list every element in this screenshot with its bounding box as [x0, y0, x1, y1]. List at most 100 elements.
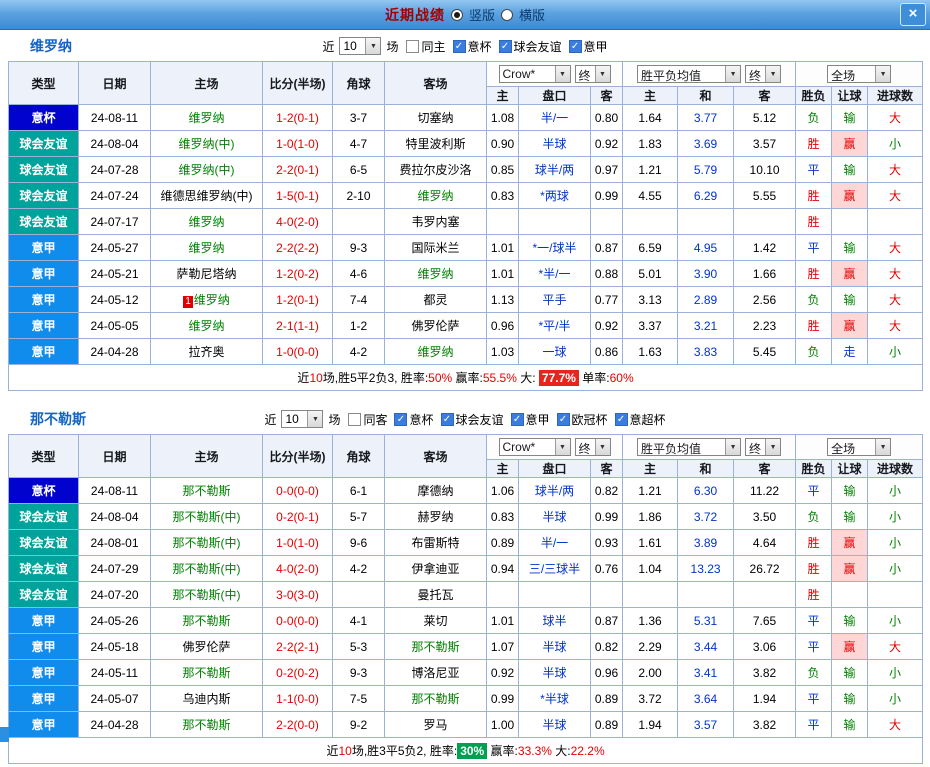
filter-checkbox-item[interactable]: ✓ 欧冠杯 [556, 411, 608, 428]
euro-stage-select[interactable]: 终 ▼ [745, 65, 782, 83]
recent-count-select[interactable]: 10 ▼ [281, 410, 324, 428]
handicap-cell: *一/球半 [518, 234, 591, 261]
chevron-down-icon: ▼ [365, 38, 381, 54]
home-team-name: 那不勒斯(中) [172, 588, 241, 602]
away-team-name: 佛罗伦萨 [411, 319, 460, 333]
goals-cell: 小 [867, 477, 924, 504]
euro-draw-odds: 3.44 [677, 633, 735, 660]
asian-odds-controls: Crow* ▼ 终 ▼ [485, 61, 624, 87]
checkbox-checked-icon[interactable]: ✓ [568, 39, 582, 53]
handicap-cell: 球半/两 [518, 156, 591, 183]
checkbox-checked-icon[interactable]: ✓ [498, 39, 512, 53]
euro-away-odds [733, 581, 797, 608]
handicap-result-cell: 输 [831, 477, 869, 504]
scope-select[interactable]: 全场 ▼ [827, 438, 892, 456]
summary-segment: 赢率: [487, 744, 518, 758]
match-row: 球会友谊 24-08-01 那不勒斯(中) 1-0(1-0) 9-6 布雷斯特 0.89 半/… [8, 529, 924, 556]
handicap-result-cell: 赢 [831, 312, 869, 339]
home-team-cell: 维罗纳 [150, 312, 263, 339]
filter-checkbox-item[interactable]: ✓ 意甲 [568, 38, 608, 55]
recent-count-select[interactable]: 10 ▼ [339, 37, 382, 55]
match-date: 24-04-28 [78, 338, 151, 365]
match-date: 24-05-12 [78, 286, 151, 313]
chevron-down-icon: ▼ [875, 439, 891, 455]
league-filter-group: 同主 ✓ 意杯 ✓ 球会友谊 ✓ 意甲 [406, 38, 608, 55]
chevron-down-icon: ▼ [765, 439, 781, 455]
euro-home-odds: 1.21 [622, 477, 679, 504]
match-type-badge: 球会友谊 [8, 156, 79, 183]
radio-horizontal-layout[interactable] [501, 8, 513, 21]
home-team-cell: 那不勒斯(中) [150, 529, 263, 556]
goals-cell: 小 [867, 503, 924, 530]
bookmaker-select[interactable]: Crow* ▼ [498, 438, 571, 456]
result-cell: 胜 [795, 130, 833, 157]
filter-checkbox-item[interactable]: ✓ 球会友谊 [440, 411, 504, 428]
result-cell: 平 [795, 234, 833, 261]
away-team-name: 莱切 [423, 614, 448, 628]
summary-segment: 场,胜5平2负3, 胜率: [322, 371, 429, 385]
home-team-name: 拉齐奥 [188, 345, 225, 359]
checkbox-checked-icon[interactable]: ✓ [556, 412, 570, 426]
close-button[interactable]: × [900, 3, 926, 26]
result-cell: 胜 [795, 182, 833, 209]
column-header-asian-away: 客 [589, 459, 624, 478]
radio-vertical-layout[interactable] [450, 8, 463, 21]
corner-cell: 4-6 [332, 260, 385, 287]
scope-select[interactable]: 全场 ▼ [827, 65, 892, 83]
filter-checkbox-item[interactable]: 同客 [348, 411, 387, 428]
asian-away-odds: 0.87 [589, 607, 624, 634]
column-header-score: 比分(半场) [262, 61, 333, 105]
euro-away-odds: 5.45 [733, 338, 797, 365]
match-date: 24-04-28 [78, 711, 151, 738]
filter-checkbox-item[interactable]: ✓ 球会友谊 [498, 38, 562, 55]
odds-average-select[interactable]: 胜平负均值 ▼ [637, 438, 742, 456]
asian-away-odds: 0.82 [589, 477, 624, 504]
euro-stage-select[interactable]: 终 ▼ [745, 438, 782, 456]
asian-stage-select[interactable]: 终 ▼ [574, 65, 611, 83]
checkbox-checked-icon[interactable]: ✓ [452, 39, 466, 53]
home-team-name: 维罗纳(中) [178, 137, 235, 151]
asian-home-odds: 1.03 [486, 338, 519, 365]
handicap-cell: 半/一 [518, 529, 591, 556]
bookmaker-select[interactable]: Crow* ▼ [498, 65, 571, 83]
checkbox-checked-icon[interactable]: ✓ [510, 412, 524, 426]
bookmaker-select-value: Crow* [502, 440, 536, 454]
checkbox-label: 意甲 [525, 412, 550, 427]
corner-cell: 7-4 [332, 286, 385, 313]
filter-checkbox-item[interactable]: ✓ 意超杯 [614, 411, 666, 428]
column-header-away: 客场 [384, 434, 487, 478]
results-table-verona: 类型 日期 主场 比分(半场) 角球 客场 Crow* ▼ 终 ▼ 胜平负均值 ▼ 终 ▼ … [7, 61, 924, 391]
home-team-name: 维罗纳 [188, 241, 225, 255]
checkbox-checked-icon[interactable]: ✓ [614, 412, 628, 426]
home-team-name: 佛罗伦萨 [182, 640, 231, 654]
filter-checkbox-item[interactable]: 同主 [406, 38, 446, 55]
euro-away-odds: 11.22 [733, 477, 797, 504]
corner-cell [332, 581, 385, 608]
corner-cell: 1-2 [332, 312, 385, 339]
checkbox-checked-icon[interactable]: ✓ [440, 412, 454, 426]
corner-cell: 3-7 [332, 104, 385, 131]
filter-checkbox-item[interactable]: ✓ 意杯 [394, 411, 434, 428]
euro-draw-odds: 5.79 [677, 156, 735, 183]
chevron-down-icon: ▼ [554, 439, 570, 455]
checkbox-unchecked-icon[interactable] [348, 412, 362, 426]
euro-away-odds: 10.10 [733, 156, 797, 183]
handicap-cell: *两球 [518, 182, 591, 209]
filter-checkbox-item[interactable]: ✓ 意甲 [510, 411, 550, 428]
column-header-euro-draw: 和 [677, 86, 735, 105]
score-cell: 2-1(1-1) [262, 312, 333, 339]
asian-stage-select[interactable]: 终 ▼ [574, 438, 611, 456]
odds-average-select[interactable]: 胜平负均值 ▼ [637, 65, 742, 83]
filter-checkbox-item[interactable]: ✓ 意杯 [452, 38, 492, 55]
handicap-cell: 半球 [518, 503, 591, 530]
checkbox-checked-icon[interactable]: ✓ [394, 412, 408, 426]
column-header-euro-home: 主 [622, 86, 679, 105]
corner-cell: 9-3 [332, 234, 385, 261]
checkbox-unchecked-icon[interactable] [406, 39, 420, 53]
euro-draw-odds: 3.41 [677, 659, 735, 686]
euro-home-odds: 3.13 [622, 286, 679, 313]
goals-cell: 大 [867, 260, 924, 287]
euro-draw-odds: 3.21 [677, 312, 735, 339]
match-row: 意甲 24-05-12 1 维罗纳 1-2(0-1) 7-4 都灵 1.13 平手 0.77 3.1… [8, 286, 924, 313]
away-team-cell: 切塞纳 [384, 104, 487, 131]
